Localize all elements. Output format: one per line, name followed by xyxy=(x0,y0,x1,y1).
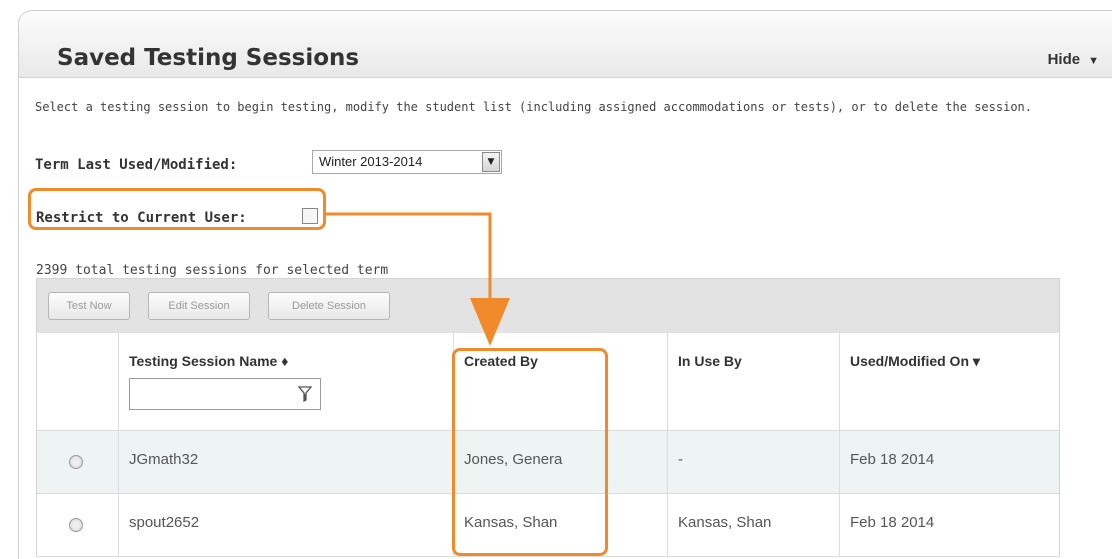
callout-arrowhead-icon xyxy=(470,298,510,346)
callout-arrow-line xyxy=(326,212,492,300)
callout-arrow xyxy=(326,212,510,346)
